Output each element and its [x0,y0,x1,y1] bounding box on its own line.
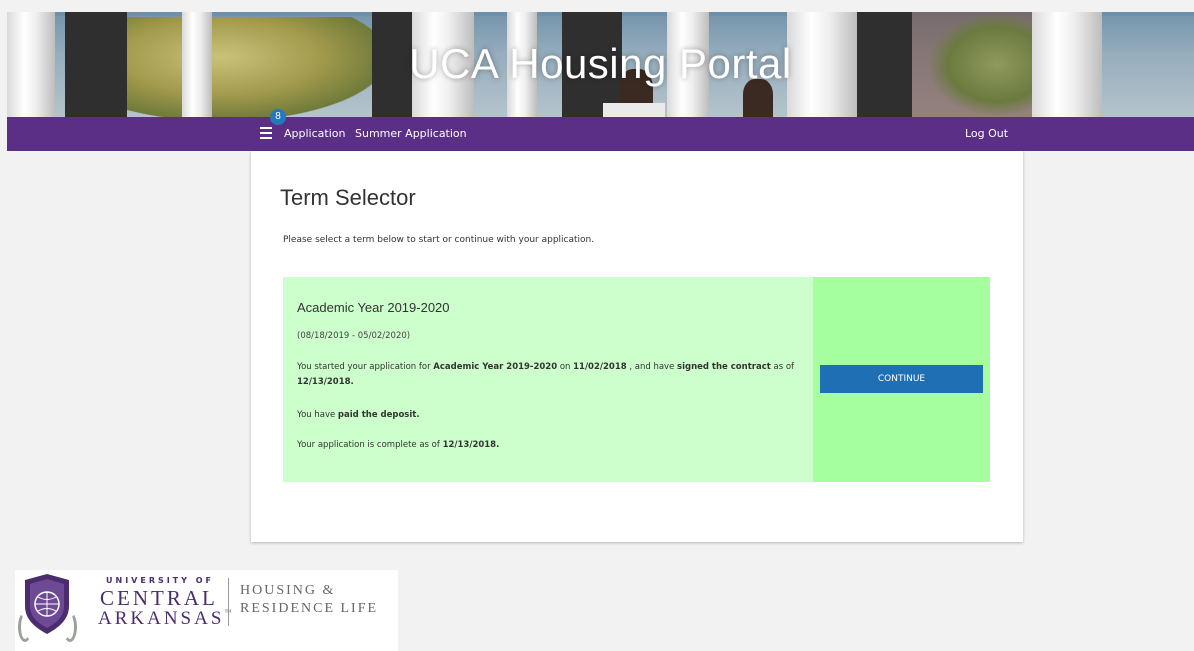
wreath-left-icon [18,612,32,642]
university-logo: UNIVERSITY OF CENTRAL ARKANSAS™ HOUSING … [15,570,398,651]
logo-university-of: UNIVERSITY OF [106,576,215,585]
completion-status-text: Your application is complete as of 12/13… [297,440,500,450]
department-line-2: RESIDENCE LIFE [240,601,379,616]
instructions-text: Please select a term below to start or c… [283,235,595,245]
logo-divider [228,578,229,626]
notification-badge: 8 [270,109,286,125]
site-title: UCA Housing Portal [409,40,792,87]
wreath-right-icon [63,612,77,642]
page-title: Term Selector [280,185,416,210]
application-status-text: You started your application for Academi… [297,362,795,387]
nav-link-summer-application[interactable]: Summer Application [355,127,467,140]
logout-link[interactable]: Log Out [965,127,1008,140]
main-card: Term Selector Please select a term below… [251,151,1023,542]
continue-button[interactable]: CONTINUE [820,365,983,393]
term-dates: (08/18/2019 - 05/02/2020) [297,331,411,341]
term-card: Academic Year 2019-2020 (08/18/2019 - 05… [283,277,990,482]
deposit-status-text: You have paid the deposit. [297,410,420,420]
top-nav: 8 Application Summer Application Log Out [7,109,1194,151]
header-banner: UCA Housing Portal [7,12,1194,117]
nav-link-application[interactable]: Application [284,127,345,140]
term-name: Academic Year 2019-2020 [297,300,450,315]
logo-arkansas: ARKANSAS™ [98,608,235,629]
banner-student-shirt [603,103,665,117]
hamburger-menu-icon[interactable] [260,127,272,139]
department-line-1: HOUSING & [240,583,336,598]
